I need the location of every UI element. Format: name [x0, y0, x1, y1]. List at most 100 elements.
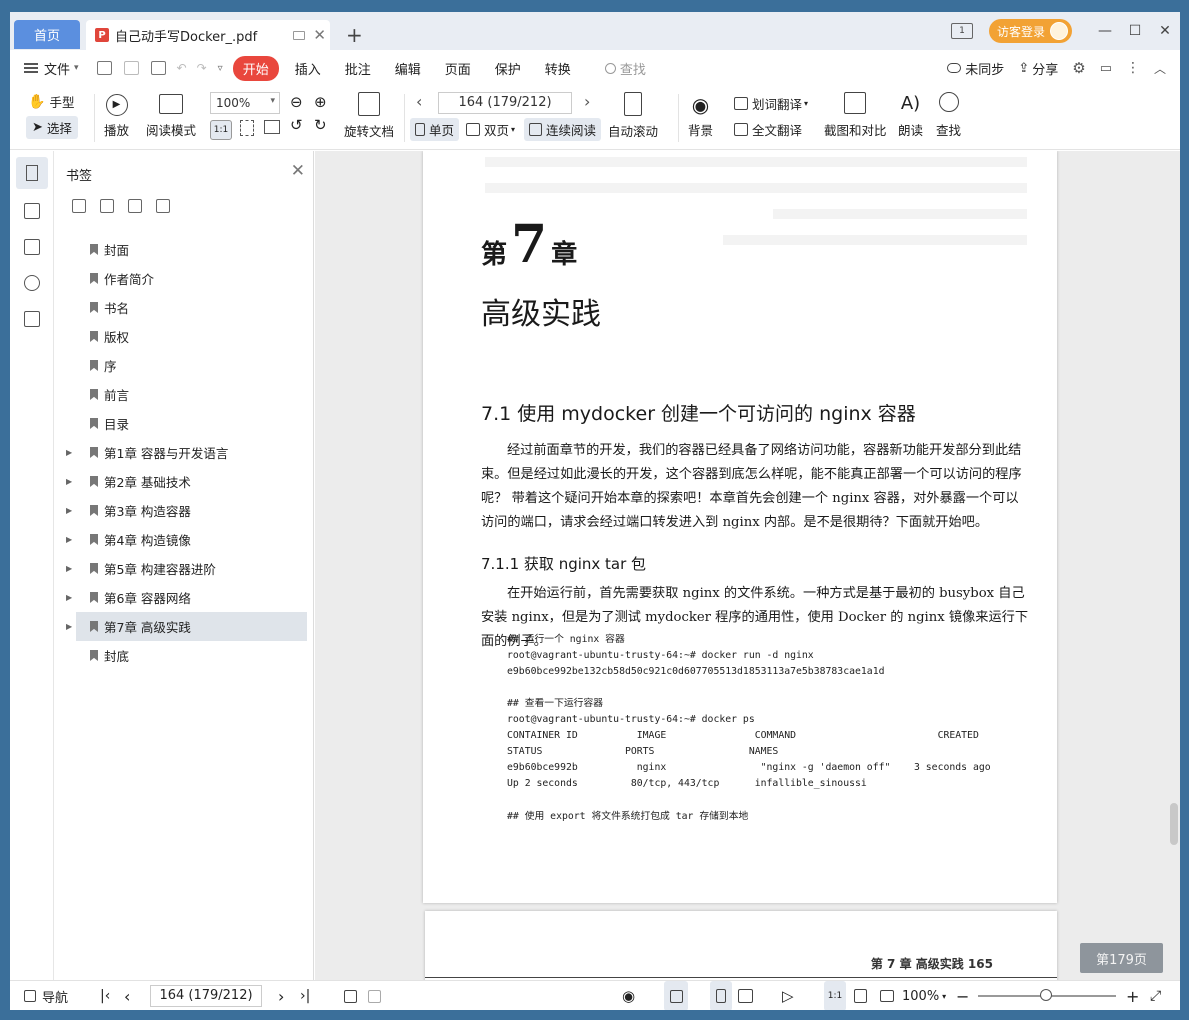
- next-page-icon[interactable]: ›: [584, 92, 590, 111]
- redo-icon[interactable]: ↷: [197, 61, 207, 75]
- home-tab[interactable]: 首页: [14, 20, 80, 49]
- play-slideshow-icon[interactable]: ▷: [782, 981, 794, 1010]
- background-button[interactable]: ◉ 背景: [688, 94, 713, 139]
- fit-page-icon[interactable]: [854, 981, 867, 1010]
- expand-triangle-icon[interactable]: ▶: [66, 477, 78, 486]
- tab-close-icon[interactable]: ✕: [313, 26, 326, 44]
- scrollbar-thumb[interactable]: [1170, 803, 1178, 845]
- bookmark-item[interactable]: 封面: [54, 235, 313, 264]
- menu-annotate[interactable]: 批注: [333, 59, 383, 78]
- history-forward-icon[interactable]: [368, 981, 381, 1010]
- attachment-icon[interactable]: [24, 275, 40, 291]
- fit-page-icon[interactable]: [240, 120, 254, 136]
- zoom-select[interactable]: 100%: [210, 92, 280, 114]
- zoom-in-icon[interactable]: +: [1126, 981, 1139, 1010]
- maximize-icon[interactable]: ☐: [1120, 23, 1150, 39]
- zoom-out-icon[interactable]: −: [956, 981, 969, 1010]
- menu-page[interactable]: 页面: [433, 59, 483, 78]
- status-page-input[interactable]: 164 (179/212): [150, 985, 262, 1007]
- more-options-icon[interactable]: ⋮: [1126, 60, 1140, 76]
- expand-triangle-icon[interactable]: ▶: [66, 448, 78, 457]
- tab-float-icon[interactable]: [293, 30, 306, 40]
- last-page-icon[interactable]: ›|: [300, 981, 310, 1010]
- bookmark-item[interactable]: ▶ 第3章 构造容器: [54, 496, 313, 525]
- start-tab[interactable]: 开始: [232, 55, 279, 81]
- double-page-button[interactable]: 双页 ▾: [466, 120, 515, 139]
- play-button[interactable]: ▶ 播放: [104, 94, 129, 139]
- bookmark-item[interactable]: ▶ 第5章 构建容器进阶: [54, 554, 313, 583]
- hand-tool-button[interactable]: ✋ 手型: [28, 92, 74, 111]
- zoom-out-icon[interactable]: ⊖: [290, 93, 303, 111]
- full-translate-button[interactable]: 全文翻译: [734, 120, 802, 139]
- document-viewport[interactable]: 第7 章 高级实践 7.1 使用 mydocker 创建一个可访问的 nginx …: [315, 151, 1180, 980]
- menu-insert[interactable]: 插入: [283, 59, 333, 78]
- bookmark-item[interactable]: 作者简介: [54, 264, 313, 293]
- vertical-scrollbar[interactable]: [1168, 151, 1178, 980]
- bookmark-item[interactable]: ▶ 第4章 构造镜像: [54, 525, 313, 554]
- thumbnail-icon[interactable]: [24, 203, 40, 219]
- menu-search[interactable]: 查找: [583, 59, 646, 78]
- find-button[interactable]: 查找: [936, 92, 961, 139]
- actual-size-icon[interactable]: 1:1: [210, 120, 232, 140]
- collapse-bookmark-icon[interactable]: [156, 199, 170, 213]
- menu-protect[interactable]: 保护: [483, 59, 533, 78]
- rotate-left-icon[interactable]: ↺: [290, 116, 303, 134]
- page-number-input[interactable]: 164 (179/212): [438, 92, 572, 114]
- feedback-icon[interactable]: ▭: [1100, 61, 1112, 76]
- new-tab-icon[interactable]: +: [346, 23, 363, 47]
- auto-scroll-button[interactable]: 自动滚动: [608, 92, 658, 140]
- fullscreen-icon[interactable]: ⤢: [1150, 981, 1161, 1010]
- bookmark-item[interactable]: 书名: [54, 293, 313, 322]
- open-folder-icon[interactable]: [96, 61, 112, 75]
- zoom-in-icon[interactable]: ⊕: [314, 93, 327, 111]
- bookmark-item[interactable]: ▶ 第1章 容器与开发语言: [54, 438, 313, 467]
- single-page-button[interactable]: 单页: [410, 118, 460, 141]
- read-aloud-button[interactable]: A) 朗读: [898, 92, 923, 139]
- continuous-mode-icon[interactable]: [664, 981, 688, 1010]
- first-page-icon[interactable]: |‹: [100, 981, 110, 1010]
- history-back-icon[interactable]: [344, 981, 357, 1010]
- continuous-read-button[interactable]: 连续阅读: [524, 118, 602, 141]
- prev-page-icon[interactable]: ‹: [416, 92, 422, 111]
- bookmark-item[interactable]: 版权: [54, 322, 313, 351]
- prev-page-icon[interactable]: ‹: [124, 981, 130, 1010]
- fit-width-icon[interactable]: [264, 120, 280, 134]
- bookmark-item[interactable]: 前言: [54, 380, 313, 409]
- bookmark-icon[interactable]: [26, 165, 38, 181]
- undo-icon[interactable]: ↶: [177, 61, 187, 75]
- rotate-document-button[interactable]: 旋转文档: [344, 92, 394, 140]
- expand-triangle-icon[interactable]: ▶: [66, 564, 78, 573]
- eye-protection-icon[interactable]: ◉: [622, 981, 635, 1010]
- expand-triangle-icon[interactable]: ▶: [66, 593, 78, 602]
- actual-size-icon[interactable]: 1:1: [824, 981, 846, 1010]
- bookmark-item[interactable]: ▶ 第6章 容器网络: [54, 583, 313, 612]
- print-icon[interactable]: [150, 61, 166, 75]
- expand-triangle-icon[interactable]: ▶: [66, 506, 78, 515]
- close-window-icon[interactable]: ✕: [1150, 23, 1180, 39]
- bookmark-item[interactable]: 封底: [54, 641, 313, 670]
- bookmark-item[interactable]: ▶ 第7章 高级实践: [66, 612, 307, 641]
- status-zoom-select[interactable]: 100% ▾: [902, 981, 946, 1010]
- select-tool-button[interactable]: ➤ 选择: [26, 116, 78, 139]
- single-page-mode-icon[interactable]: [710, 981, 732, 1010]
- next-page-icon[interactable]: ›: [278, 981, 284, 1010]
- settings-gear-icon[interactable]: ⚙: [1072, 59, 1085, 77]
- signature-icon[interactable]: [24, 311, 40, 327]
- bookmark-item[interactable]: 目录: [54, 409, 313, 438]
- minimize-icon[interactable]: —: [1090, 23, 1120, 39]
- add-bookmark-icon[interactable]: [72, 199, 86, 213]
- expand-triangle-icon[interactable]: ▶: [66, 535, 78, 544]
- bookmark-item[interactable]: 序: [54, 351, 313, 380]
- add-sub-bookmark-icon[interactable]: [100, 199, 114, 213]
- zoom-slider[interactable]: [978, 989, 1116, 1001]
- comment-icon[interactable]: [24, 239, 40, 255]
- expand-triangle-icon[interactable]: ▶: [66, 622, 78, 631]
- navigation-toggle[interactable]: 导航: [24, 981, 68, 1010]
- screenshot-compare-button[interactable]: 截图和对比: [824, 92, 887, 139]
- double-page-mode-icon[interactable]: [738, 981, 753, 1010]
- rotate-right-icon[interactable]: ↻: [314, 116, 327, 134]
- bookmark-item[interactable]: ▶ 第2章 基础技术: [54, 467, 313, 496]
- window-layout-icon[interactable]: 1: [950, 23, 973, 39]
- zoom-slider-knob[interactable]: [1040, 989, 1052, 1001]
- quick-access-dropdown-icon[interactable]: ▿: [218, 63, 223, 74]
